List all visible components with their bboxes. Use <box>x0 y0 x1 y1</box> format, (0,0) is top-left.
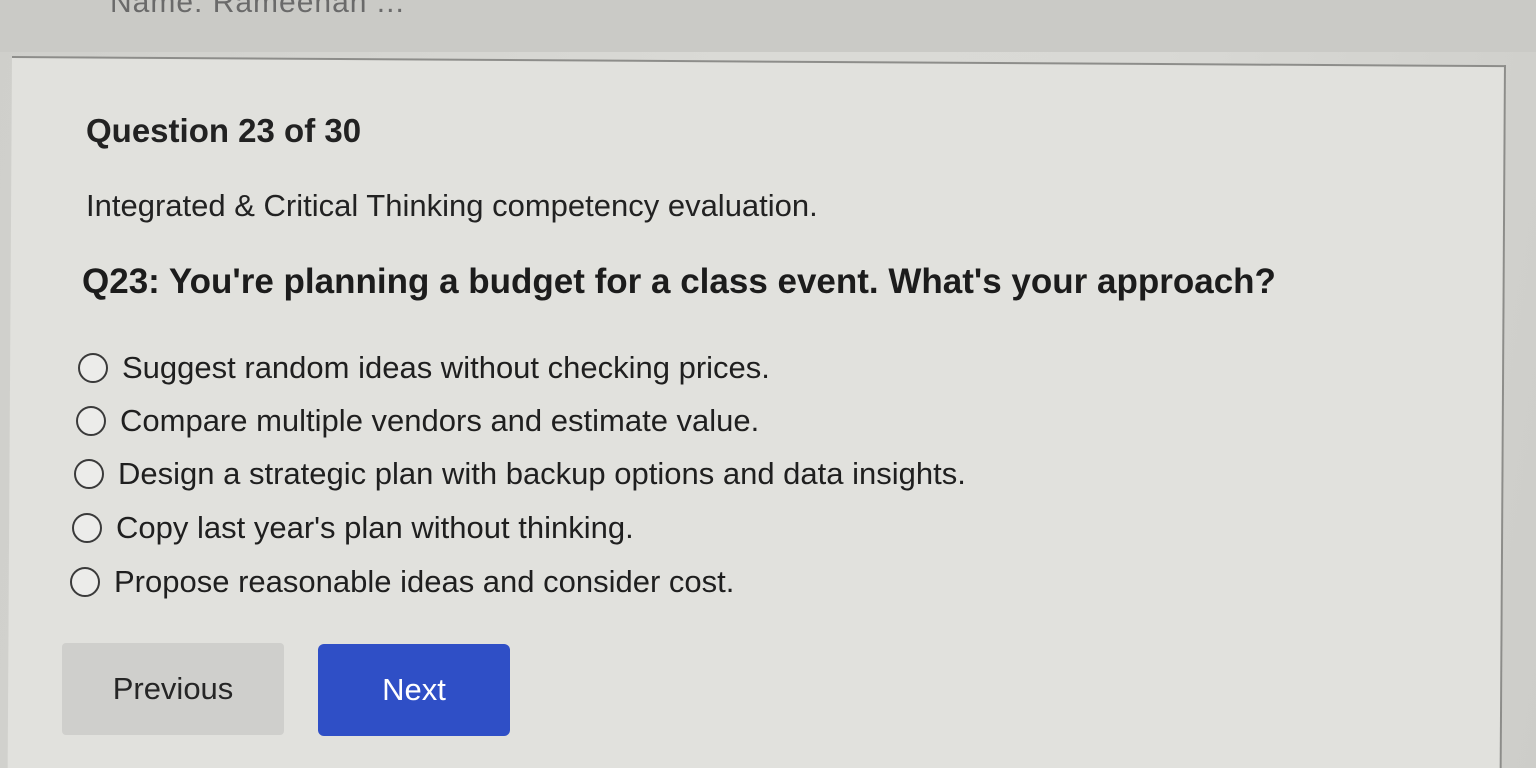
radio-button[interactable] <box>78 353 108 383</box>
top-cut-text: Name: Rameenah ... <box>110 0 405 19</box>
question-counter: Question 23 of 30 <box>86 112 362 149</box>
radio-button[interactable] <box>70 567 100 597</box>
radio-button[interactable] <box>74 459 104 489</box>
answer-option[interactable]: Copy last year's plan without thinking. <box>72 510 634 546</box>
top-strip: Name: Rameenah ... <box>0 0 1536 52</box>
answer-option[interactable]: Design a strategic plan with backup opti… <box>74 456 966 492</box>
answer-option[interactable]: Compare multiple vendors and estimate va… <box>76 403 759 439</box>
question-text: Q23: You're planning a budget for a clas… <box>82 262 1276 301</box>
previous-button[interactable]: Previous <box>62 643 284 735</box>
answer-option[interactable]: Propose reasonable ideas and consider co… <box>70 564 734 600</box>
radio-button[interactable] <box>72 513 102 543</box>
answer-option-label: Design a strategic plan with backup opti… <box>118 456 966 491</box>
radio-button[interactable] <box>76 406 106 436</box>
answer-option-label: Propose reasonable ideas and consider co… <box>114 564 735 599</box>
quiz-subtitle: Integrated & Critical Thinking competenc… <box>86 188 818 223</box>
answer-option-label: Copy last year's plan without thinking. <box>116 510 634 545</box>
next-button[interactable]: Next <box>318 644 510 736</box>
answer-option[interactable]: Suggest random ideas without checking pr… <box>78 350 770 386</box>
answer-option-label: Compare multiple vendors and estimate va… <box>120 403 760 438</box>
answer-option-label: Suggest random ideas without checking pr… <box>122 350 770 385</box>
screen: Name: Rameenah ... Question 23 of 30 Int… <box>0 0 1536 768</box>
